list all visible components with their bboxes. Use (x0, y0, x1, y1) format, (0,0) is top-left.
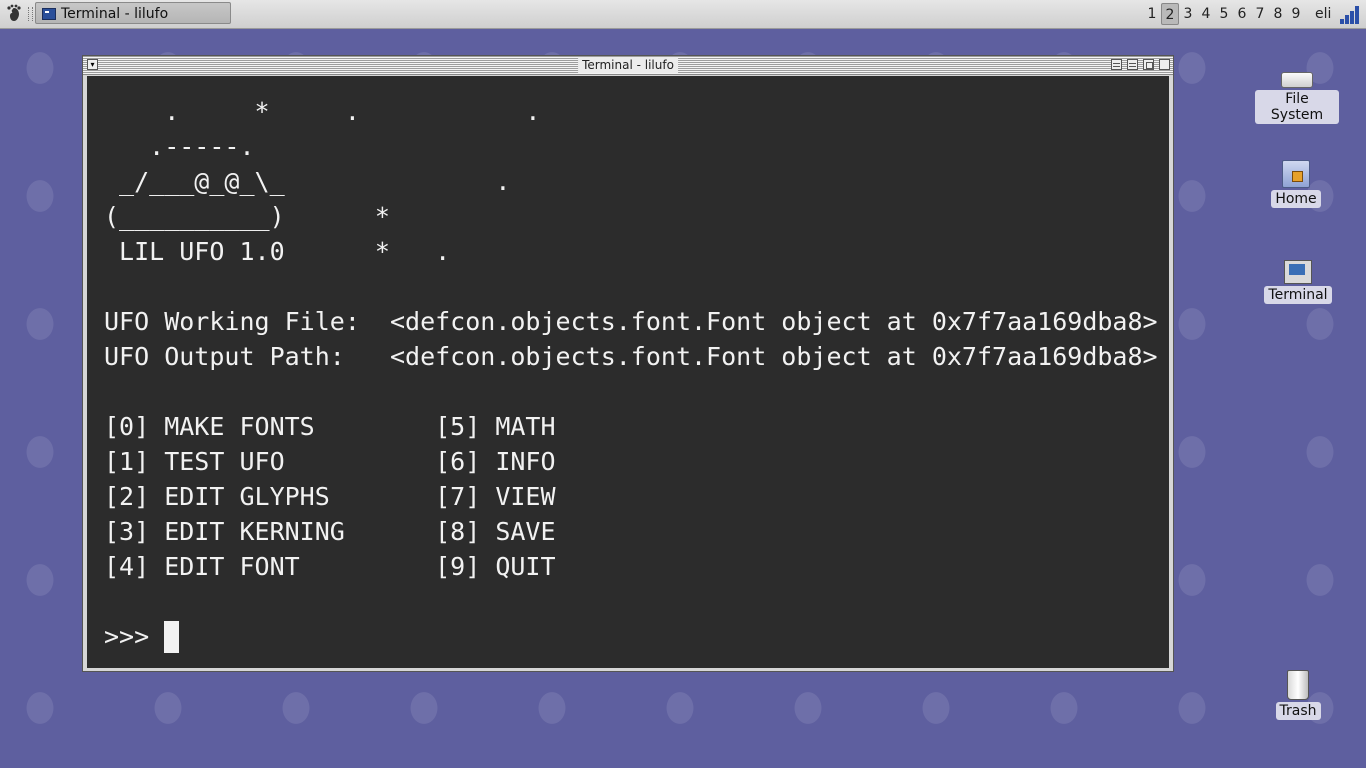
text-cursor (164, 620, 180, 653)
desktop-icon-label: Trash (1275, 702, 1321, 720)
desktop-icon-file-system[interactable]: File System (1255, 72, 1339, 124)
desktop-icon-label: Home (1271, 190, 1321, 208)
desktop-icon-terminal[interactable]: Terminal (1256, 260, 1340, 304)
panel-grip[interactable] (28, 7, 33, 21)
terminal-area[interactable]: . * . . .-----. _/___@_@_\_ . (__________… (87, 76, 1169, 668)
window-maximize-button[interactable] (1143, 59, 1154, 70)
terminal-line: LIL UFO 1.0 * . (104, 237, 451, 266)
window-close-button[interactable] (1159, 59, 1170, 70)
terminal-line: _/___@_@_\_ . (104, 167, 511, 196)
taskbar-button-terminal[interactable]: Terminal - lilufo (35, 2, 231, 24)
workspace-switcher: 1 2 3 4 5 6 7 8 9 (1143, 3, 1305, 25)
window-menu-button[interactable]: ▾ (87, 59, 98, 70)
workspace-2[interactable]: 2 (1161, 3, 1179, 25)
desktop-icon-label: File System (1255, 90, 1339, 124)
workspace-9[interactable]: 9 (1287, 3, 1305, 25)
top-panel: Terminal - lilufo 1 2 3 4 5 6 7 8 9 eli (0, 0, 1366, 29)
menu-line: [3] EDIT KERNING [8] SAVE (104, 517, 556, 546)
menu-line: [1] TEST UFO [6] INFO (104, 447, 556, 476)
terminal-line: UFO Working File: <defcon.objects.font.F… (104, 307, 1158, 336)
terminal-icon (42, 8, 56, 20)
menu-line: [2] EDIT GLYPHS [7] VIEW (104, 482, 556, 511)
window-title: Terminal - lilufo (578, 57, 678, 73)
window-iconify-button[interactable] (1127, 59, 1138, 70)
taskbar-button-label: Terminal - lilufo (61, 6, 169, 22)
workspace-4[interactable]: 4 (1197, 3, 1215, 25)
terminal-line: UFO Output Path: <defcon.objects.font.Fo… (104, 342, 1158, 371)
terminal-output: . * . . .-----. _/___@_@_\_ . (__________… (104, 94, 1158, 654)
workspace-7[interactable]: 7 (1251, 3, 1269, 25)
window-titlebar[interactable]: ▾ Terminal - lilufo (83, 56, 1173, 75)
home-folder-icon (1282, 160, 1310, 188)
window-shade-button[interactable] (1111, 59, 1122, 70)
user-name[interactable]: eli (1315, 3, 1331, 25)
terminal-line: .-----. (104, 132, 255, 161)
workspace-3[interactable]: 3 (1179, 3, 1197, 25)
workspace-8[interactable]: 8 (1269, 3, 1287, 25)
workspace-1[interactable]: 1 (1143, 3, 1161, 25)
menu-line: [4] EDIT FONT [9] QUIT (104, 552, 556, 581)
desktop-icon-label: Terminal (1264, 286, 1332, 304)
trash-icon (1287, 670, 1309, 700)
terminal-line: (__________) * (104, 202, 390, 231)
hard-drive-icon (1281, 72, 1313, 88)
prompt-line[interactable]: >>> (104, 619, 1158, 654)
menu-line: [0] MAKE FONTS [5] MATH (104, 412, 556, 441)
desktop-icon-trash[interactable]: Trash (1256, 670, 1340, 720)
terminal-line: . * . . (104, 97, 541, 126)
workspace-6[interactable]: 6 (1233, 3, 1251, 25)
shell-prompt: >>> (104, 622, 165, 651)
gnome-foot-icon[interactable] (4, 4, 24, 24)
workspace-5[interactable]: 5 (1215, 3, 1233, 25)
network-signal-icon[interactable] (1340, 4, 1362, 24)
computer-icon (1284, 260, 1312, 284)
terminal-window: ▾ Terminal - lilufo . * . . .-----. _/__… (82, 55, 1174, 672)
desktop-icon-home[interactable]: Home (1254, 160, 1338, 208)
